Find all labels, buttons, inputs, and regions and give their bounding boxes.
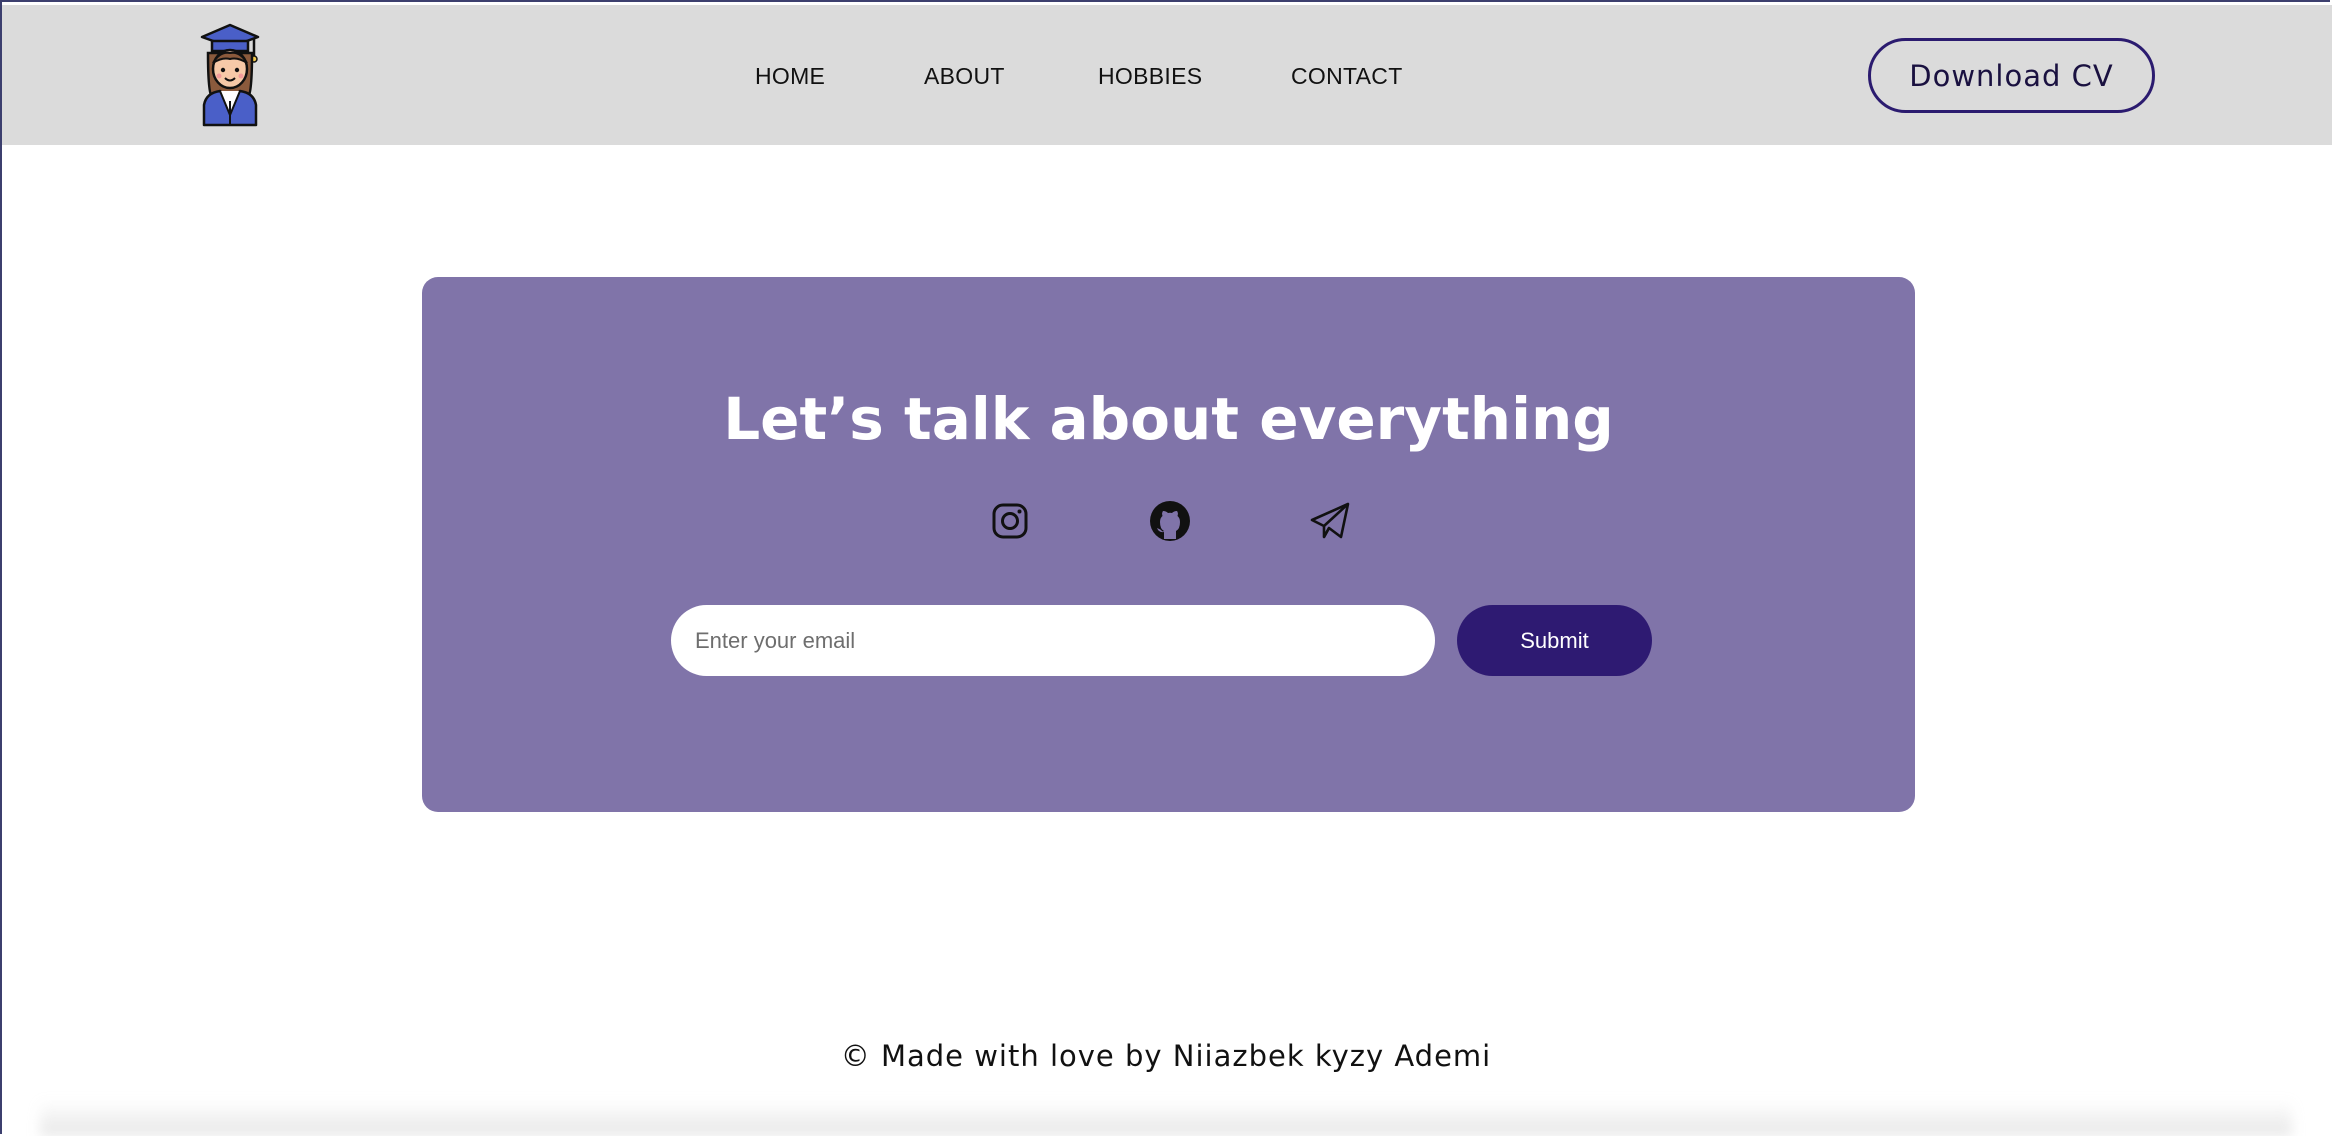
telegram-icon[interactable] — [1308, 499, 1352, 543]
nav-home-link[interactable]: HOME — [755, 63, 825, 90]
submit-button[interactable]: Submit — [1457, 605, 1652, 676]
nav-contact-link[interactable]: CONTACT — [1291, 63, 1403, 90]
download-cv-button[interactable]: Download CV — [1868, 38, 2155, 113]
contact-card: Let’s talk about everything Submit — [422, 277, 1915, 812]
nav-hobbies-link[interactable]: HOBBIES — [1098, 63, 1202, 90]
github-icon[interactable] — [1148, 499, 1192, 543]
nav-about-link[interactable]: ABOUT — [924, 63, 1005, 90]
site-header: HOME ABOUT HOBBIES CONTACT Download CV — [2, 5, 2332, 145]
instagram-icon[interactable] — [988, 499, 1032, 543]
footer-credit: © Made with love by Niiazbek kyzy Ademi — [840, 1039, 1492, 1073]
footer-shadow — [40, 1100, 2292, 1136]
contact-title: Let’s talk about everything — [723, 385, 1614, 453]
email-input[interactable] — [671, 605, 1435, 676]
